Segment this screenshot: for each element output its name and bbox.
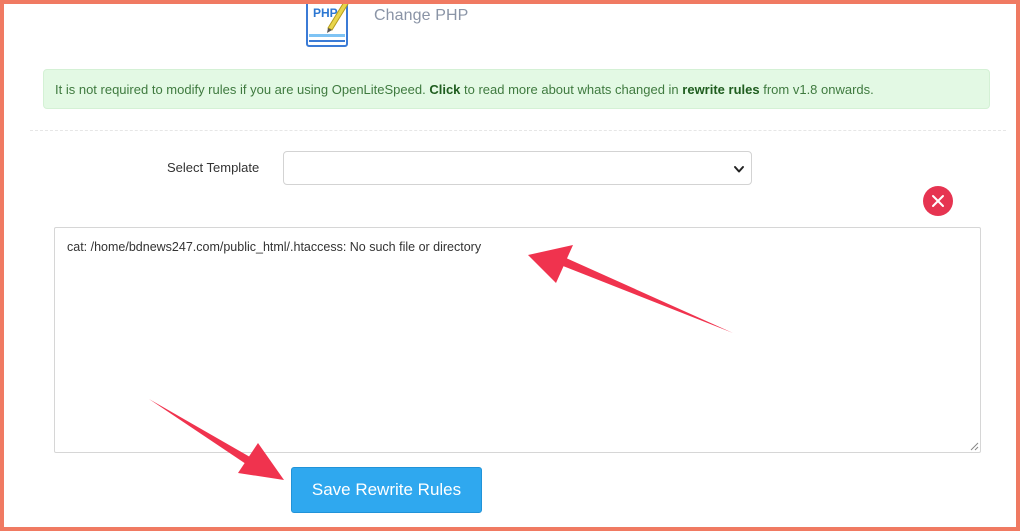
close-icon <box>932 195 944 207</box>
save-rewrite-rules-button[interactable]: Save Rewrite Rules <box>291 467 482 513</box>
info-alert: It is not required to modify rules if yo… <box>43 69 990 109</box>
section-divider <box>30 130 1006 131</box>
close-button[interactable] <box>923 186 953 216</box>
select-template-label: Select Template <box>167 160 260 175</box>
template-select[interactable] <box>283 151 752 185</box>
alert-text-middle: to read more about whats changed in <box>460 82 683 97</box>
resize-handle-icon[interactable] <box>969 441 979 451</box>
alert-click-link[interactable]: Click <box>429 82 460 97</box>
rewrite-rules-content: cat: /home/bdnews247.com/public_html/.ht… <box>67 240 482 254</box>
alert-text-before: It is not required to modify rules if yo… <box>55 82 430 97</box>
alert-rewrite-rules-text: rewrite rules <box>682 82 760 97</box>
alert-text-after: from v1.8 onwards. <box>759 82 874 97</box>
chevron-down-icon <box>734 166 744 173</box>
php-file-edit-icon: PHP <box>300 0 356 50</box>
page-title: Change PHP <box>374 7 469 24</box>
rewrite-rules-textarea[interactable]: cat: /home/bdnews247.com/public_html/.ht… <box>54 227 981 453</box>
